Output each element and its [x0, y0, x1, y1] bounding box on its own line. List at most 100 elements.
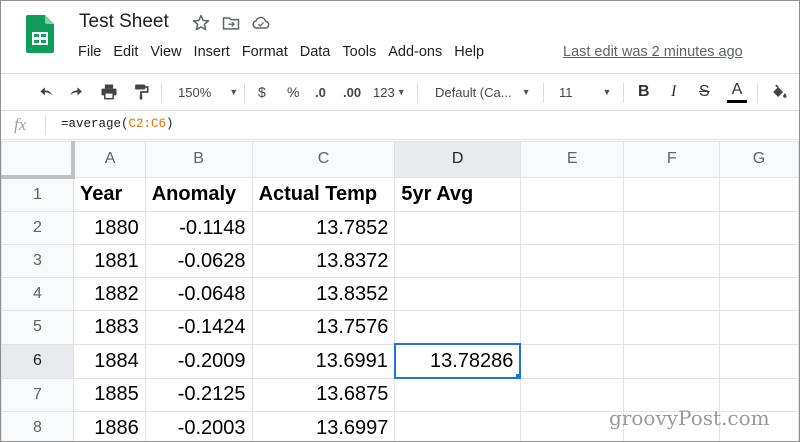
cell-f6[interactable]	[623, 343, 721, 379]
cell-c6[interactable]: 13.6991	[251, 343, 396, 379]
cell-e4[interactable]	[519, 277, 625, 311]
menu-tools[interactable]: Tools	[342, 44, 376, 60]
currency-format-button[interactable]: $	[258, 74, 266, 110]
increase-decimal-button[interactable]: .00	[343, 74, 361, 110]
strikethrough-button[interactable]: S	[699, 74, 710, 110]
cell-e6[interactable]	[519, 343, 625, 379]
percent-format-button[interactable]: %	[287, 74, 299, 110]
star-icon[interactable]	[191, 13, 211, 33]
cell-g3[interactable]	[719, 244, 799, 278]
cell-c5[interactable]: 13.7576	[251, 310, 396, 345]
cell-d3[interactable]	[394, 244, 521, 278]
cell-b4[interactable]: -0.0648	[144, 277, 253, 311]
cell-f2[interactable]	[623, 211, 721, 245]
cell-b6[interactable]: -0.2009	[144, 343, 253, 379]
menu-insert[interactable]: Insert	[194, 44, 230, 60]
cell-d7[interactable]	[394, 377, 521, 412]
column-header-b[interactable]: B	[144, 141, 253, 178]
select-all-corner[interactable]	[1, 141, 76, 179]
cell-g2[interactable]	[719, 211, 799, 245]
cell-e5[interactable]	[519, 310, 625, 345]
last-edit-link[interactable]: Last edit was 2 minutes ago	[563, 44, 743, 60]
column-header-f[interactable]: F	[623, 141, 721, 178]
move-folder-icon[interactable]	[221, 13, 241, 33]
cell-a8[interactable]: 1886	[72, 411, 146, 441]
cell-c1[interactable]: Actual Temp	[251, 176, 396, 212]
menu-help[interactable]: Help	[454, 44, 484, 60]
row-header[interactable]: 6	[1, 343, 74, 379]
cell-f1[interactable]	[623, 176, 721, 212]
cell-d8[interactable]	[394, 411, 521, 441]
cell-d1[interactable]: 5yr Avg	[394, 176, 521, 212]
italic-button[interactable]: I	[671, 74, 676, 110]
paint-format-button[interactable]	[131, 74, 151, 110]
cell-d2[interactable]	[394, 211, 521, 245]
column-header-a[interactable]: A	[72, 141, 146, 178]
cell-d4[interactable]	[394, 277, 521, 311]
menu-edit[interactable]: Edit	[113, 44, 138, 60]
zoom-select[interactable]: 150% ▼	[178, 74, 238, 110]
menu-view[interactable]: View	[150, 44, 181, 60]
sheets-logo-icon[interactable]	[26, 15, 54, 53]
cell-a1[interactable]: Year	[72, 176, 146, 212]
cloud-saved-icon[interactable]	[251, 13, 271, 33]
print-button[interactable]	[99, 74, 119, 110]
row-header[interactable]: 7	[1, 377, 74, 412]
row-header[interactable]: 4	[1, 277, 74, 311]
cell-g1[interactable]	[719, 176, 799, 212]
cell-a2[interactable]: 1880	[72, 211, 146, 245]
cell-a3[interactable]: 1881	[72, 244, 146, 278]
column-header-c[interactable]: C	[251, 141, 396, 178]
formula-input[interactable]: =average(C2:C6)	[61, 117, 174, 131]
cell-b2[interactable]: -0.1148	[144, 211, 253, 245]
text-color-button[interactable]: A	[727, 74, 747, 110]
cell-e1[interactable]	[519, 176, 625, 212]
cell-b3[interactable]: -0.0628	[144, 244, 253, 278]
active-cell-d6[interactable]: 13.78286	[393, 343, 522, 379]
cell-f3[interactable]	[623, 244, 721, 278]
cell-b5[interactable]: -0.1424	[144, 310, 253, 345]
menu-addons[interactable]: Add-ons	[388, 44, 442, 60]
row-header[interactable]: 2	[1, 211, 74, 245]
cell-c2[interactable]: 13.7852	[251, 211, 396, 245]
cell-c3[interactable]: 13.8372	[251, 244, 396, 278]
document-title[interactable]: Test Sheet	[79, 11, 169, 33]
redo-button[interactable]	[67, 74, 87, 110]
menu-format[interactable]: Format	[242, 44, 288, 60]
row-header[interactable]: 3	[1, 244, 74, 278]
font-size-select[interactable]: 11 ▼	[559, 74, 611, 110]
cell-g6[interactable]	[719, 343, 799, 379]
row-header[interactable]: 5	[1, 310, 74, 345]
cell-a6[interactable]: 1884	[72, 343, 146, 379]
cell-a4[interactable]: 1882	[72, 277, 146, 311]
cell-f5[interactable]	[623, 310, 721, 345]
cell-c4[interactable]: 13.8352	[251, 277, 396, 311]
menu-data[interactable]: Data	[300, 44, 331, 60]
more-formats-select[interactable]: 123 ▼	[373, 74, 406, 110]
cell-b1[interactable]: Anomaly	[144, 176, 253, 212]
cell-a5[interactable]: 1883	[72, 310, 146, 345]
fill-handle[interactable]	[515, 373, 519, 376]
row-header[interactable]: 8	[1, 411, 74, 441]
undo-button[interactable]	[37, 74, 57, 110]
cell-g5[interactable]	[719, 310, 799, 345]
cell-g4[interactable]	[719, 277, 799, 311]
cell-c7[interactable]: 13.6875	[251, 377, 396, 412]
menu-file[interactable]: File	[78, 44, 101, 60]
column-header-g[interactable]: G	[719, 141, 799, 178]
cell-d5[interactable]	[394, 310, 521, 345]
cell-e3[interactable]	[519, 244, 625, 278]
column-header-e[interactable]: E	[519, 141, 625, 178]
cell-a7[interactable]: 1885	[72, 377, 146, 412]
cell-f4[interactable]	[623, 277, 721, 311]
font-select[interactable]: Default (Ca... ▼	[435, 74, 531, 110]
cell-e2[interactable]	[519, 211, 625, 245]
cell-b8[interactable]: -0.2003	[144, 411, 253, 441]
cell-b7[interactable]: -0.2125	[144, 377, 253, 412]
column-header-d[interactable]: D	[394, 141, 521, 178]
fill-color-button[interactable]	[769, 74, 789, 110]
bold-button[interactable]: B	[638, 74, 650, 110]
row-header[interactable]: 1	[1, 176, 74, 212]
decrease-decimal-button[interactable]: .0	[315, 74, 326, 110]
cell-c8[interactable]: 13.6997	[251, 411, 396, 441]
